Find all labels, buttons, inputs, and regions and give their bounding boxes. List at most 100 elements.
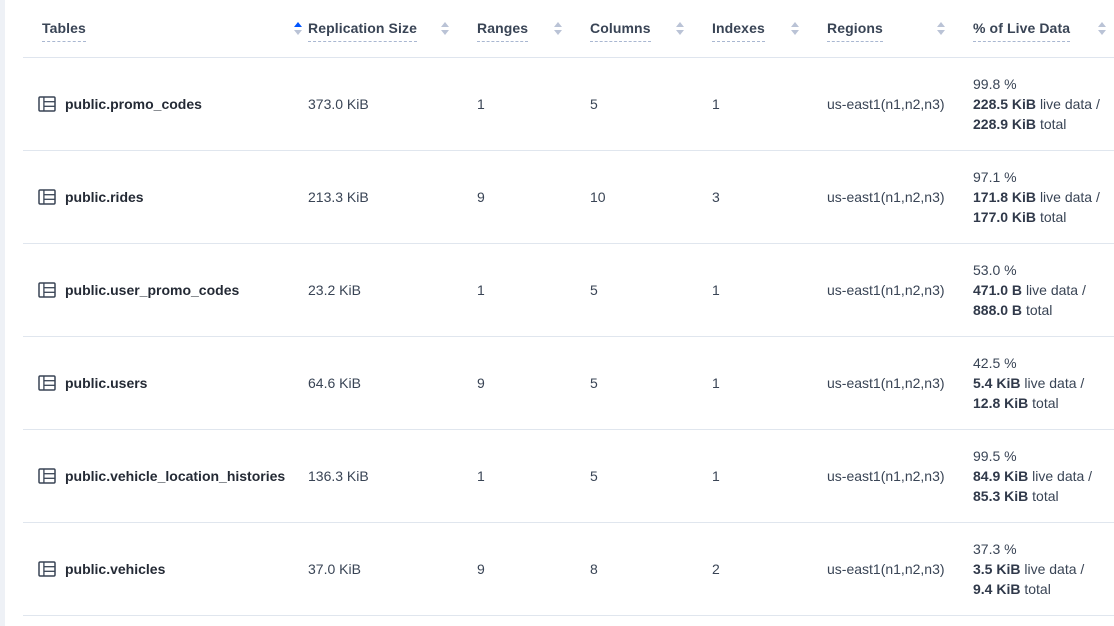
replication-size-cell: 136.3 KiB xyxy=(308,430,477,522)
live-data-percent: 97.1 % xyxy=(973,167,1017,187)
total-data-line: 12.8 KiB total xyxy=(973,393,1059,413)
total-size-label: total xyxy=(1032,488,1058,504)
regions-cell: us-east1(n1,n2,n3) xyxy=(827,430,973,522)
indexes-cell: 1 xyxy=(712,58,827,150)
live-size-label: live data / xyxy=(1024,561,1084,577)
regions-cell: us-east1(n1,n2,n3) xyxy=(827,151,973,243)
ranges-cell: 9 xyxy=(477,337,590,429)
sort-desc-arrow-icon xyxy=(554,30,562,35)
table-row: public.vehicles 37.0 KiB 9 8 2 us-east1(… xyxy=(23,523,1114,616)
page-left-gutter xyxy=(0,0,5,626)
indexes-cell: 2 xyxy=(712,523,827,615)
sort-caret-icon[interactable] xyxy=(1098,22,1106,35)
table-header-row: Tables Replication Size Ranges Columns I… xyxy=(23,0,1114,58)
table-name-link[interactable]: public.rides xyxy=(65,189,144,205)
live-size-label: live data / xyxy=(1024,375,1084,391)
column-header-indexes[interactable]: Indexes xyxy=(712,0,827,57)
live-size-value: 3.5 KiB xyxy=(973,561,1020,577)
column-header-label: Ranges xyxy=(477,20,528,42)
regions-cell: us-east1(n1,n2,n3) xyxy=(827,337,973,429)
column-header-regions[interactable]: Regions xyxy=(827,0,973,57)
column-header-tables[interactable]: Tables xyxy=(23,0,308,57)
regions-cell: us-east1(n1,n2,n3) xyxy=(827,244,973,336)
replication-size-cell: 373.0 KiB xyxy=(308,58,477,150)
total-size-value: 177.0 KiB xyxy=(973,209,1036,225)
live-data-cell: 99.5 % 84.9 KiB live data / 85.3 KiB tot… xyxy=(973,430,1114,522)
table-name-cell: public.users xyxy=(23,337,308,429)
live-data-percent: 37.3 % xyxy=(973,539,1017,559)
ranges-cell: 9 xyxy=(477,523,590,615)
column-header-ranges[interactable]: Ranges xyxy=(477,0,590,57)
replication-size-cell: 37.0 KiB xyxy=(308,523,477,615)
live-data-cell: 42.5 % 5.4 KiB live data / 12.8 KiB tota… xyxy=(973,337,1114,429)
total-size-label: total xyxy=(1032,395,1058,411)
live-size-value: 228.5 KiB xyxy=(973,96,1036,112)
live-data-percent: 99.8 % xyxy=(973,74,1017,94)
sort-asc-arrow-icon xyxy=(676,22,684,27)
table-name-link[interactable]: public.vehicles xyxy=(65,561,165,577)
sort-desc-arrow-icon xyxy=(676,30,684,35)
ranges-cell: 9 xyxy=(477,151,590,243)
table-name-link[interactable]: public.users xyxy=(65,375,147,391)
sort-desc-arrow-icon xyxy=(791,30,799,35)
total-size-label: total xyxy=(1026,302,1052,318)
table-row: public.promo_codes 373.0 KiB 1 5 1 us-ea… xyxy=(23,58,1114,151)
total-size-label: total xyxy=(1040,209,1066,225)
live-data-line: 471.0 B live data / xyxy=(973,280,1086,300)
sort-caret-icon[interactable] xyxy=(441,22,449,35)
indexes-cell: 1 xyxy=(712,430,827,522)
total-size-value: 9.4 KiB xyxy=(973,581,1020,597)
column-header-label: Tables xyxy=(42,20,86,42)
regions-cell: us-east1(n1,n2,n3) xyxy=(827,58,973,150)
columns-cell: 10 xyxy=(590,151,712,243)
indexes-cell: 1 xyxy=(712,244,827,336)
live-size-value: 471.0 B xyxy=(973,282,1022,298)
sort-desc-arrow-icon xyxy=(937,30,945,35)
sort-caret-icon[interactable] xyxy=(791,22,799,35)
total-data-line: 177.0 KiB total xyxy=(973,207,1066,227)
column-header-replication-size[interactable]: Replication Size xyxy=(308,0,477,57)
table-name-cell: public.vehicle_location_histories xyxy=(23,430,308,522)
sort-caret-icon[interactable] xyxy=(554,22,562,35)
table-name-cell: public.user_promo_codes xyxy=(23,244,308,336)
live-size-value: 171.8 KiB xyxy=(973,189,1036,205)
live-data-cell: 97.1 % 171.8 KiB live data / 177.0 KiB t… xyxy=(973,151,1114,243)
total-size-label: total xyxy=(1024,581,1050,597)
live-size-label: live data / xyxy=(1040,189,1100,205)
sort-caret-icon[interactable] xyxy=(294,22,302,35)
table-icon xyxy=(38,375,56,391)
table-row: public.user_promo_codes 23.2 KiB 1 5 1 u… xyxy=(23,244,1114,337)
column-header-live-data[interactable]: % of Live Data xyxy=(973,0,1114,57)
columns-cell: 5 xyxy=(590,244,712,336)
column-header-label: Indexes xyxy=(712,20,765,42)
sort-asc-arrow-icon xyxy=(937,22,945,27)
live-data-line: 3.5 KiB live data / xyxy=(973,559,1084,579)
regions-cell: us-east1(n1,n2,n3) xyxy=(827,523,973,615)
total-data-line: 228.9 KiB total xyxy=(973,114,1066,134)
sort-asc-arrow-icon xyxy=(1098,22,1106,27)
table-name-link[interactable]: public.user_promo_codes xyxy=(65,282,239,298)
total-data-line: 888.0 B total xyxy=(973,300,1052,320)
live-data-percent: 53.0 % xyxy=(973,260,1017,280)
sort-asc-arrow-icon xyxy=(441,22,449,27)
table-name-cell: public.promo_codes xyxy=(23,58,308,150)
table-icon xyxy=(38,561,56,577)
table-name-link[interactable]: public.vehicle_location_histories xyxy=(65,468,285,484)
sort-caret-icon[interactable] xyxy=(937,22,945,35)
columns-cell: 5 xyxy=(590,430,712,522)
sort-caret-icon[interactable] xyxy=(676,22,684,35)
columns-cell: 8 xyxy=(590,523,712,615)
sort-desc-arrow-icon xyxy=(294,30,302,35)
sort-asc-arrow-icon xyxy=(554,22,562,27)
total-data-line: 9.4 KiB total xyxy=(973,579,1051,599)
column-header-columns[interactable]: Columns xyxy=(590,0,712,57)
table-icon xyxy=(38,189,56,205)
live-size-value: 84.9 KiB xyxy=(973,468,1028,484)
indexes-cell: 1 xyxy=(712,337,827,429)
replication-size-cell: 23.2 KiB xyxy=(308,244,477,336)
total-size-value: 228.9 KiB xyxy=(973,116,1036,132)
table-name-link[interactable]: public.promo_codes xyxy=(65,96,202,112)
live-size-label: live data / xyxy=(1026,282,1086,298)
columns-cell: 5 xyxy=(590,337,712,429)
ranges-cell: 1 xyxy=(477,58,590,150)
